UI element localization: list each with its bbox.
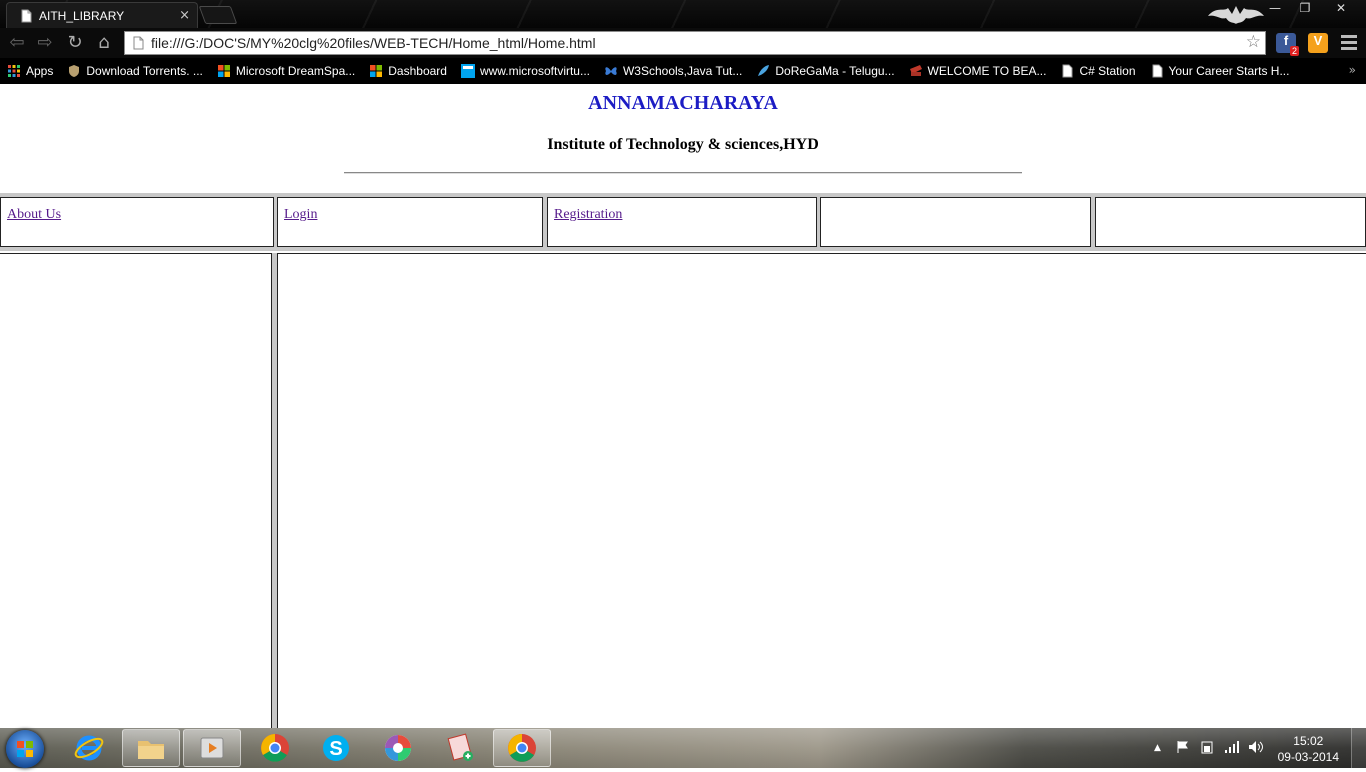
apps-grid-icon: [8, 65, 20, 77]
bookmark-your-career[interactable]: Your Career Starts H...: [1150, 64, 1290, 78]
bookmark-label: www.microsoftvirtu...: [479, 64, 590, 78]
skype-icon: S: [323, 735, 349, 761]
windows-logo-icon: [17, 741, 33, 757]
window-titlebar: AITH_LIBRARY × — ❐ ✕: [0, 0, 1366, 28]
network-signal-icon[interactable]: [1224, 740, 1240, 754]
windows-logo-icon: [370, 65, 383, 77]
action-center-flag-icon[interactable]: [1176, 740, 1190, 754]
bookmark-label: Apps: [26, 64, 54, 78]
facebook-extension-icon[interactable]: f 2: [1276, 33, 1299, 56]
clock-date: 09-03-2014: [1277, 750, 1339, 764]
bookmark-apps[interactable]: Apps: [7, 64, 53, 78]
bookmark-csharp-station[interactable]: C# Station: [1060, 64, 1136, 78]
bookmark-download-torrents[interactable]: Download Torrents. ...: [67, 64, 203, 78]
home-button[interactable]: ⌂: [93, 32, 115, 54]
bookmark-microsoft-dreamspark[interactable]: Microsoft DreamSpa...: [217, 64, 355, 78]
taskbar-chrome[interactable]: [246, 729, 304, 767]
chrome-menu-icon[interactable]: [1341, 35, 1357, 53]
tray-expand-icon[interactable]: ▲: [1154, 743, 1161, 753]
back-button[interactable]: ⇦: [6, 32, 28, 54]
page-icon: [1062, 64, 1073, 78]
taskbar-media-player[interactable]: [183, 729, 241, 767]
about-us-link[interactable]: About Us: [7, 207, 61, 223]
bookmark-label: C# Station: [1079, 64, 1136, 78]
bookmark-dashboard[interactable]: Dashboard: [369, 64, 447, 78]
browser-toolbar: ⇦ ⇨ ↻ ⌂ file:///G:/DOC'S/MY%20clg%20file…: [0, 28, 1366, 58]
url-text[interactable]: file:///G:/DOC'S/MY%20clg%20files/WEB-TE…: [151, 35, 596, 51]
bookmark-microsoft-virtual-academy[interactable]: www.microsoftvirtu...: [460, 64, 590, 78]
notification-badge: 2: [1289, 46, 1299, 56]
taskbar-file-explorer[interactable]: [122, 729, 180, 767]
shield-icon: [69, 65, 80, 77]
page-content: ANNAMACHARAYA Institute of Technology & …: [0, 84, 1366, 728]
tab-close-icon[interactable]: ×: [179, 8, 190, 23]
chrome-icon: [261, 734, 289, 762]
nav-cell-empty-1: [820, 197, 1091, 247]
bookmark-label: Download Torrents. ...: [86, 64, 203, 78]
clock-time: 15:02: [1293, 734, 1324, 748]
battery-icon[interactable]: [1200, 740, 1214, 754]
bookmark-doregama[interactable]: DoReGaMa - Telugu...: [756, 64, 895, 78]
bookmark-w3schools[interactable]: W3Schools,Java Tut...: [604, 64, 742, 78]
address-bar[interactable]: file:///G:/DOC'S/MY%20clg%20files/WEB-TE…: [124, 31, 1266, 55]
nav-cell-login: Login: [277, 197, 543, 247]
bookmark-label: W3Schools,Java Tut...: [622, 64, 743, 78]
close-window-button[interactable]: ✕: [1328, 1, 1354, 17]
bookmarks-overflow-icon[interactable]: »: [1349, 63, 1356, 77]
show-desktop-button[interactable]: [1351, 728, 1366, 768]
page-icon: [1152, 64, 1163, 78]
main-frame: [277, 253, 1366, 728]
vimeo-extension-icon[interactable]: V: [1308, 33, 1328, 53]
batman-logo-icon: [1208, 6, 1264, 24]
nav-frame: About Us Login Registration: [0, 193, 1366, 251]
minimize-button[interactable]: —: [1262, 1, 1288, 17]
notes-icon: [447, 733, 473, 761]
bookmark-label: WELCOME TO BEA...: [927, 64, 1047, 78]
reload-button[interactable]: ↻: [64, 32, 86, 54]
svg-text:S: S: [329, 738, 342, 760]
bookmark-welcome-to-bea[interactable]: WELCOME TO BEA...: [909, 64, 1047, 78]
bookmark-label: Your Career Starts H...: [1168, 64, 1290, 78]
new-tab-button[interactable]: [198, 6, 238, 24]
feather-icon: [758, 65, 770, 76]
tab-title: AITH_LIBRARY: [39, 9, 125, 23]
nav-cell-registration: Registration: [547, 197, 817, 247]
taskbar-chrome-active[interactable]: [493, 729, 551, 767]
page-icon: [133, 36, 144, 50]
login-link[interactable]: Login: [284, 207, 317, 223]
bookmark-label: DoReGaMa - Telugu...: [775, 64, 895, 78]
page-title: ANNAMACHARAYA: [588, 92, 778, 114]
nav-cell-about: About Us: [0, 197, 274, 247]
ticket-icon: [909, 65, 922, 76]
start-button[interactable]: [6, 730, 44, 768]
page-icon: [21, 9, 32, 23]
restore-button[interactable]: ❐: [1292, 1, 1318, 17]
volume-icon[interactable]: [1248, 740, 1264, 754]
taskbar-picasa[interactable]: [369, 729, 427, 767]
browser-tab[interactable]: AITH_LIBRARY ×: [6, 2, 198, 28]
horizontal-rule: [344, 172, 1022, 174]
system-clock[interactable]: 15:02 09-03-2014: [1278, 733, 1339, 765]
left-frame: [0, 253, 272, 728]
bookmark-star-icon[interactable]: ☆: [1246, 32, 1261, 52]
taskbar-internet-explorer[interactable]: [60, 729, 118, 767]
registration-link[interactable]: Registration: [554, 207, 622, 223]
forward-button[interactable]: ⇨: [34, 32, 56, 54]
mva-icon: [460, 64, 475, 78]
picasa-icon: [385, 735, 411, 761]
bookmark-label: Microsoft DreamSpa...: [235, 64, 356, 78]
windows-taskbar: S ▲ 15:02 09-03-2014: [0, 728, 1366, 768]
bookmark-label: Dashboard: [388, 64, 447, 78]
folder-icon: [138, 741, 164, 759]
media-player-icon: [200, 737, 224, 759]
ie-icon: [74, 735, 104, 761]
page-subtitle: Institute of Technology & sciences,HYD: [547, 136, 819, 153]
nav-cell-empty-2: [1095, 197, 1366, 247]
bookmarks-bar: Apps Download Torrents. ... Microsoft Dr…: [0, 58, 1366, 84]
windows-logo-icon: [217, 65, 230, 77]
taskbar-skype[interactable]: S: [307, 729, 365, 767]
chrome-icon: [508, 734, 536, 762]
butterfly-icon: [605, 67, 617, 75]
taskbar-notes[interactable]: [431, 729, 489, 767]
